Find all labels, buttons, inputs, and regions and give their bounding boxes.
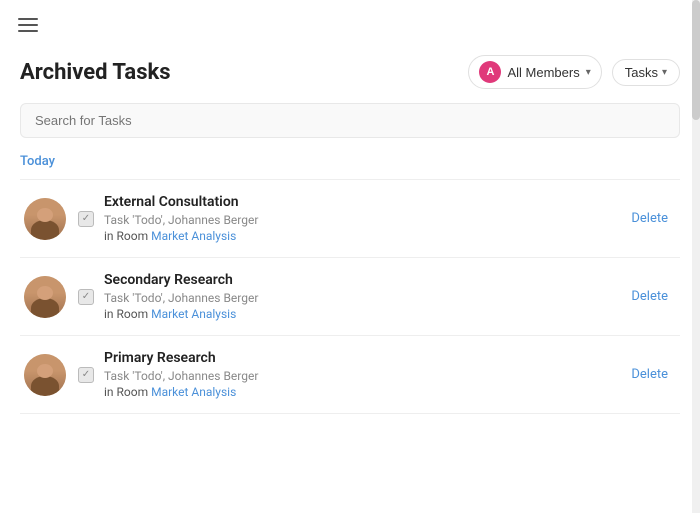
task-avatar <box>24 354 66 396</box>
all-members-button[interactable]: A All Members ▾ <box>468 55 601 89</box>
chevron-down-icon-tasks: ▾ <box>662 67 667 78</box>
chevron-down-icon: ▾ <box>586 67 591 78</box>
delete-button[interactable]: Delete <box>623 285 676 308</box>
task-info: Primary Research Task 'Todo', Johannes B… <box>104 350 613 399</box>
task-meta: Task 'Todo', Johannes Berger <box>104 369 613 383</box>
task-avatar <box>24 198 66 240</box>
header-row: Archived Tasks A All Members ▾ Tasks ▾ <box>20 55 680 89</box>
member-avatar-icon: A <box>479 61 501 83</box>
task-info: Secondary Research Task 'Todo', Johannes… <box>104 272 613 321</box>
room-link[interactable]: Market Analysis <box>151 307 236 321</box>
scroll-track[interactable] <box>692 0 700 513</box>
header-controls: A All Members ▾ Tasks ▾ <box>468 55 680 89</box>
room-link[interactable]: Market Analysis <box>151 385 236 399</box>
tasks-label: Tasks <box>625 65 658 80</box>
task-info: External Consultation Task 'Todo', Johan… <box>104 194 613 243</box>
search-input[interactable] <box>20 103 680 138</box>
today-section-label: Today <box>20 154 680 169</box>
delete-button[interactable]: Delete <box>623 363 676 386</box>
task-name: Secondary Research <box>104 272 613 288</box>
scroll-thumb[interactable] <box>692 0 700 120</box>
task-name: External Consultation <box>104 194 613 210</box>
task-checkbox[interactable] <box>78 211 94 227</box>
task-name: Primary Research <box>104 350 613 366</box>
task-avatar <box>24 276 66 318</box>
task-checkbox[interactable] <box>78 367 94 383</box>
task-item: External Consultation Task 'Todo', Johan… <box>20 180 680 258</box>
delete-button[interactable]: Delete <box>623 207 676 230</box>
task-item: Secondary Research Task 'Todo', Johannes… <box>20 258 680 336</box>
main-content: Archived Tasks A All Members ▾ Tasks ▾ T… <box>0 0 700 513</box>
task-room: in Room Market Analysis <box>104 307 613 321</box>
task-meta: Task 'Todo', Johannes Berger <box>104 291 613 305</box>
tasks-filter-button[interactable]: Tasks ▾ <box>612 59 680 86</box>
task-room: in Room Market Analysis <box>104 229 613 243</box>
task-item: Primary Research Task 'Todo', Johannes B… <box>20 336 680 414</box>
task-meta: Task 'Todo', Johannes Berger <box>104 213 613 227</box>
task-checkbox[interactable] <box>78 289 94 305</box>
task-list: External Consultation Task 'Todo', Johan… <box>20 179 680 414</box>
room-link[interactable]: Market Analysis <box>151 229 236 243</box>
task-room: in Room Market Analysis <box>104 385 613 399</box>
all-members-label: All Members <box>507 65 579 80</box>
page-title: Archived Tasks <box>20 60 171 85</box>
